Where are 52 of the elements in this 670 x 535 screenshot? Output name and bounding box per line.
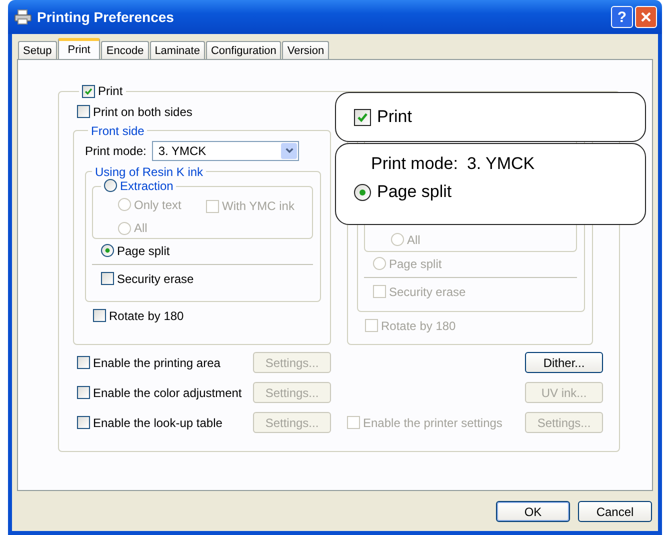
- option-label: Print: [377, 107, 412, 127]
- checkbox[interactable]: [93, 309, 106, 322]
- option-label: Security erase: [389, 284, 466, 298]
- option-label: All: [407, 232, 420, 246]
- option-label: Rotate by 180: [109, 308, 184, 322]
- checkbox[interactable]: [77, 356, 90, 369]
- option-label: Print: [98, 84, 123, 98]
- check-icon: [83, 86, 94, 96]
- close-button[interactable]: [635, 6, 657, 28]
- window-title: Printing Preferences: [37, 9, 174, 25]
- printer-icon: [14, 9, 32, 25]
- print-mode-dropdown[interactable]: 3. YMCK: [152, 140, 300, 160]
- group-title: Front side: [90, 124, 146, 138]
- option-label: Page split: [117, 244, 170, 258]
- option-label: Enable the color adjustment: [93, 386, 242, 400]
- help-button[interactable]: ?: [611, 6, 633, 28]
- dialog-button[interactable]: Cancel: [578, 501, 652, 522]
- option-label: Enable the look-up table: [93, 416, 222, 430]
- option-label: Enable the printing area: [93, 356, 220, 370]
- tab[interactable]: Version: [282, 41, 330, 59]
- option-label: Page split: [377, 182, 452, 202]
- tab[interactable]: Setup: [18, 41, 57, 59]
- tab[interactable]: Encode: [101, 41, 149, 59]
- option-label: Extraction: [120, 178, 174, 192]
- option-label: Page split: [389, 256, 442, 270]
- group-title: Using of Resin K ink: [94, 164, 204, 178]
- checkbox[interactable]: [101, 272, 114, 285]
- close-icon: [640, 11, 652, 23]
- tab[interactable]: Print: [58, 38, 100, 59]
- radio-button[interactable]: [354, 184, 371, 200]
- checkbox[interactable]: [77, 416, 90, 429]
- print-mode-label: Print mode:: [85, 144, 146, 158]
- option-label: Print on both sides: [93, 104, 192, 118]
- callout-text: Print mode:: [371, 154, 458, 174]
- option-label: Rotate by 180: [381, 318, 456, 332]
- checkbox[interactable]: [77, 105, 90, 118]
- checkbox[interactable]: [77, 386, 90, 399]
- option-label: With YMC ink: [222, 199, 294, 213]
- dialog-button[interactable]: OK: [496, 501, 570, 522]
- option-label: All: [134, 221, 148, 235]
- checkbox[interactable]: [82, 84, 95, 98]
- option-label: Only text: [134, 198, 182, 212]
- tab[interactable]: Configuration: [206, 41, 282, 59]
- checkbox[interactable]: [354, 108, 371, 126]
- radio-button[interactable]: [101, 244, 114, 257]
- option-label: Security erase: [117, 272, 194, 286]
- dialog-option-button[interactable]: Dither...: [525, 352, 603, 373]
- option-label: Enable the printer settings: [363, 416, 502, 430]
- caret-down-icon: [284, 146, 294, 155]
- callout-text: 3. YMCK: [466, 154, 535, 174]
- tab[interactable]: Laminate: [150, 41, 205, 59]
- radio-button[interactable]: [104, 179, 117, 192]
